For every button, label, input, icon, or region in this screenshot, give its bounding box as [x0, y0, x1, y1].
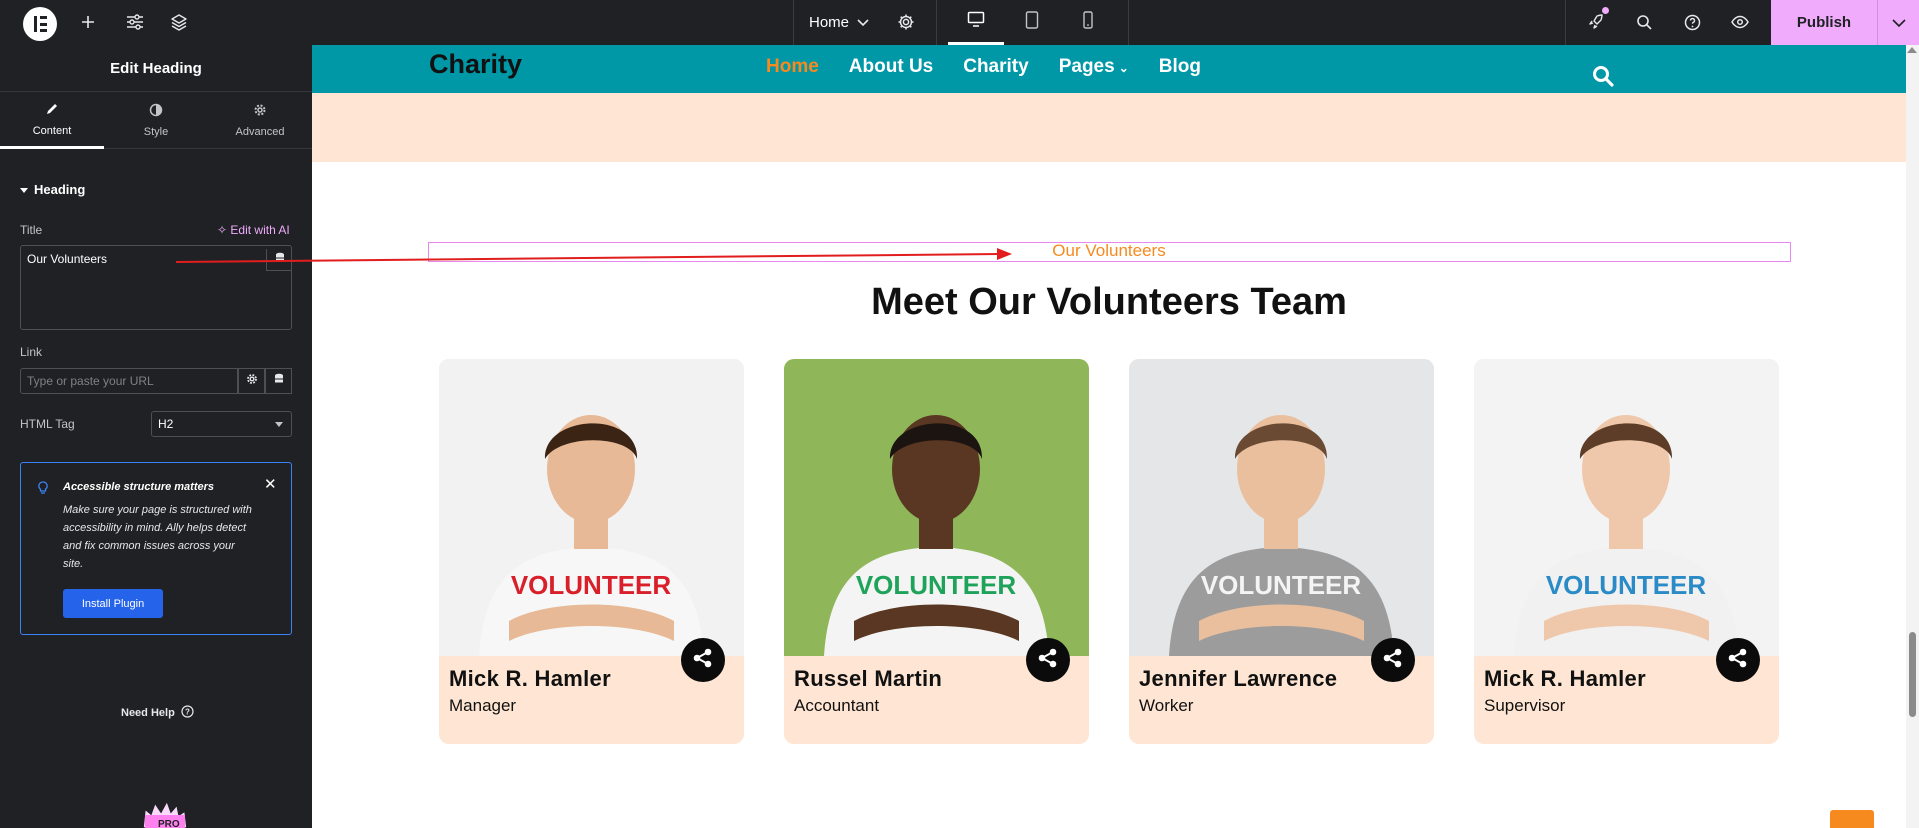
- annotation-arrow: [175, 248, 1012, 263]
- elementor-editor: Home Publish Edit Heading Content Style …: [0, 0, 1919, 828]
